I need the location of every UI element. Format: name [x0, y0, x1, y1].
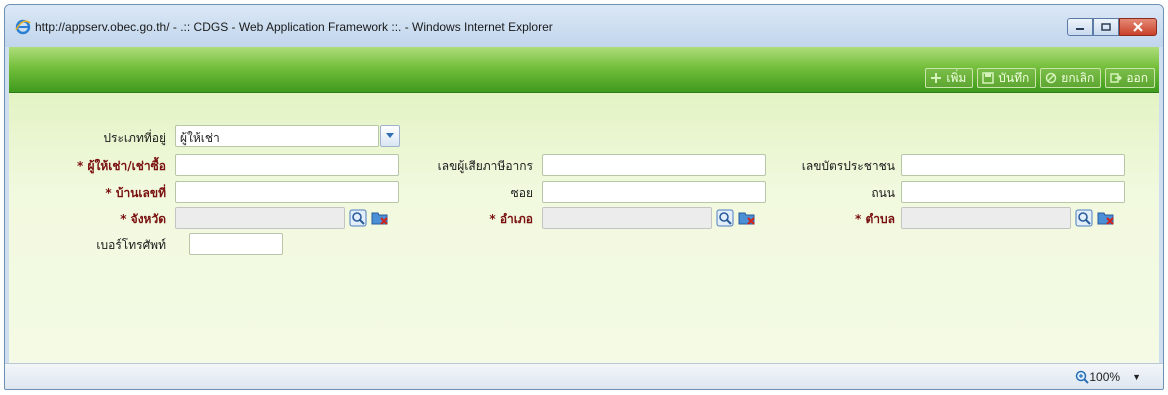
province-label: * จังหวัด — [120, 212, 166, 226]
save-icon — [982, 72, 995, 84]
maximize-icon — [1101, 23, 1111, 31]
browser-window: http://appserv.obec.go.th/ - .:: CDGS - … — [4, 4, 1164, 390]
lessor-name-label: * ผู้ให้เช่า/เช่าซื้อ — [77, 159, 166, 173]
status-bar: 100% ▼ — [5, 363, 1163, 389]
dropdown-button[interactable] — [380, 125, 400, 147]
save-button[interactable]: บันทึก — [977, 68, 1037, 88]
folder-delete-icon — [738, 212, 755, 225]
address-type-label: ประเภทที่อยู่ — [103, 131, 166, 145]
province-clear-button[interactable] — [370, 208, 390, 228]
search-icon — [1075, 209, 1093, 227]
soi-label: ซอย — [510, 186, 533, 200]
maximize-button[interactable] — [1093, 18, 1119, 36]
chevron-down-icon: ▼ — [1132, 372, 1141, 382]
district-label: * อำเภอ — [489, 212, 533, 226]
search-icon — [716, 209, 734, 227]
close-icon — [1133, 22, 1143, 32]
address-type-value: ผู้ให้เช่า — [180, 131, 220, 145]
province-search-button[interactable] — [348, 208, 368, 228]
address-form: ประเภทที่อยู่ ผู้ให้เช่า * ผู้ให้เช่า/เช… — [9, 93, 1159, 367]
subdistrict-search-button[interactable] — [1074, 208, 1094, 228]
subdistrict-clear-button[interactable] — [1096, 208, 1116, 228]
zoom-icon — [1076, 370, 1090, 384]
exit-button-label: ออก — [1126, 70, 1148, 85]
action-toolbar: เพิ่ม บันทึก ยกเลิก ออก — [9, 47, 1159, 93]
tax-id-input[interactable] — [542, 154, 766, 176]
close-button[interactable] — [1119, 18, 1157, 36]
phone-input[interactable] — [189, 233, 283, 255]
add-button-label: เพิ่ม — [946, 70, 967, 85]
folder-delete-icon — [1097, 212, 1114, 225]
cancel-button[interactable]: ยกเลิก — [1040, 68, 1102, 88]
zoom-level: 100% — [1089, 370, 1121, 384]
subdistrict-label: * ตำบล — [855, 212, 895, 226]
plus-icon — [931, 73, 942, 83]
road-input[interactable] — [901, 181, 1125, 203]
exit-button[interactable]: ออก — [1105, 68, 1155, 88]
exit-icon — [1110, 73, 1123, 83]
search-icon — [349, 209, 367, 227]
district-input[interactable] — [542, 207, 712, 229]
zoom-control[interactable]: 100% ▼ — [1075, 370, 1141, 384]
app-content: เพิ่ม บันทึก ยกเลิก ออก ประเภทที่อยู่ ผู… — [9, 47, 1159, 367]
address-type-select[interactable]: ผู้ให้เช่า — [175, 125, 400, 147]
citizen-id-label: เลขบัตรประชาชน — [801, 159, 895, 173]
chevron-down-icon — [386, 133, 394, 138]
house-no-label: * บ้านเลขที่ — [105, 186, 166, 200]
district-clear-button[interactable] — [737, 208, 757, 228]
district-search-button[interactable] — [715, 208, 735, 228]
add-button[interactable]: เพิ่ม — [925, 68, 974, 88]
road-label: ถนน — [871, 186, 895, 200]
minimize-icon — [1076, 28, 1084, 30]
title-bar: http://appserv.obec.go.th/ - .:: CDGS - … — [5, 5, 1163, 47]
subdistrict-input[interactable] — [901, 207, 1071, 229]
province-input[interactable] — [175, 207, 345, 229]
minimize-button[interactable] — [1067, 18, 1093, 36]
internet-explorer-icon — [15, 19, 31, 35]
tax-id-label: เลขผู้เสียภาษีอากร — [437, 159, 533, 173]
folder-delete-icon — [371, 212, 388, 225]
save-button-label: บันทึก — [998, 70, 1030, 85]
cancel-icon — [1046, 72, 1057, 84]
soi-input[interactable] — [542, 181, 766, 203]
phone-label: เบอร์โทรศัพท์ — [96, 238, 166, 252]
cancel-button-label: ยกเลิก — [1061, 70, 1095, 85]
citizen-id-input[interactable] — [901, 154, 1125, 176]
window-title: http://appserv.obec.go.th/ - .:: CDGS - … — [35, 20, 553, 34]
window-controls — [1067, 18, 1157, 36]
lessor-name-input[interactable] — [175, 154, 399, 176]
house-no-input[interactable] — [175, 181, 399, 203]
